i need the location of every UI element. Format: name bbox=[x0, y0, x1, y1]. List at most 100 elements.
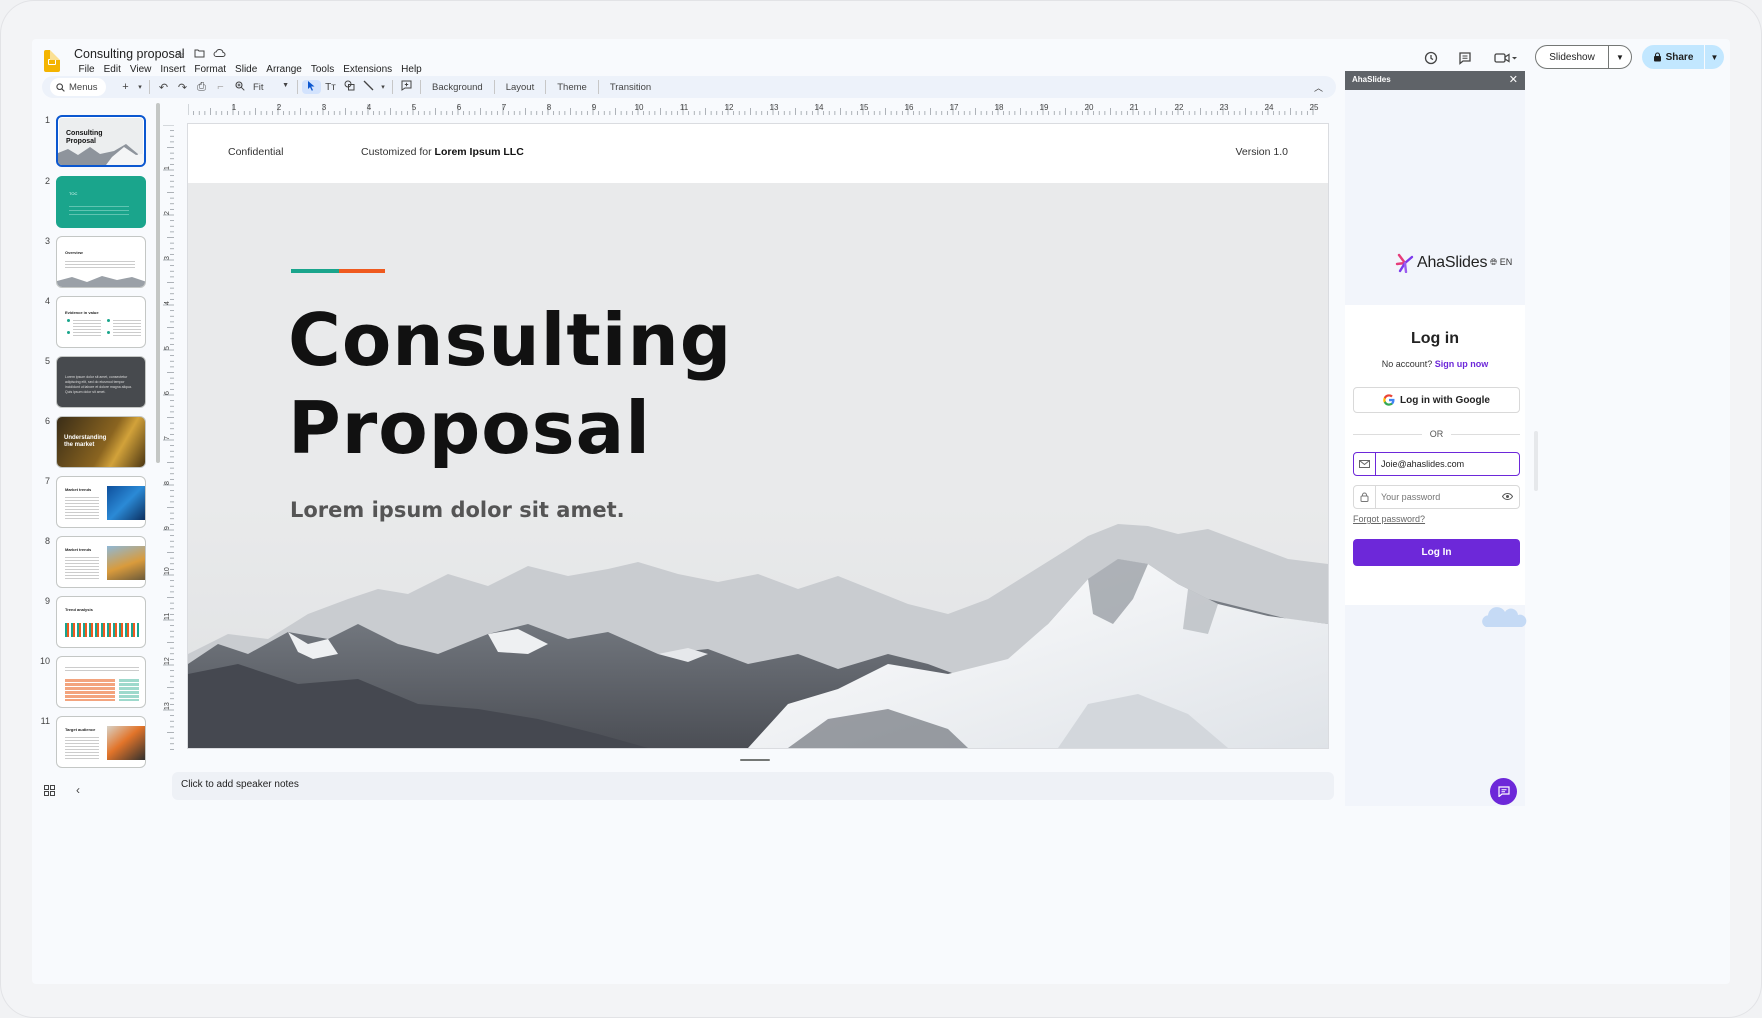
google-login-button[interactable]: Log in with Google bbox=[1353, 387, 1520, 413]
horizontal-ruler: 1 2 3 4 5 6 7 8 9 10 11 12 13 14 15 16 17 18 19 20 21 22 23 24 2… bbox=[188, 103, 1319, 115]
grid-view-icon[interactable] bbox=[44, 785, 55, 799]
menu-tools[interactable]: Tools bbox=[306, 64, 338, 75]
undo-icon[interactable]: ↶ bbox=[154, 81, 173, 94]
chat-support-button[interactable] bbox=[1490, 778, 1517, 805]
thumbnail-preview bbox=[56, 656, 146, 708]
star-icon[interactable]: ☆ bbox=[173, 48, 187, 61]
menus-search[interactable]: Menus bbox=[50, 78, 106, 96]
globe-icon: 🌐︎ bbox=[1490, 257, 1498, 267]
zoom-select[interactable]: Fit ▼ bbox=[249, 82, 293, 93]
select-cursor-icon[interactable] bbox=[302, 80, 321, 94]
menu-file[interactable]: File bbox=[74, 64, 99, 75]
meet-video-icon[interactable] bbox=[1492, 49, 1520, 67]
thumbnail-preview: Overview bbox=[56, 236, 146, 288]
login-button[interactable]: Log In bbox=[1353, 539, 1520, 566]
password-input[interactable] bbox=[1376, 492, 1496, 502]
slideshow-button[interactable]: Slideshow bbox=[1535, 45, 1608, 69]
lock-icon bbox=[1354, 486, 1376, 508]
print-icon[interactable]: ⎙ bbox=[192, 81, 211, 94]
menu-help[interactable]: Help bbox=[397, 64, 427, 75]
email-input[interactable] bbox=[1376, 459, 1496, 469]
menu-insert[interactable]: Insert bbox=[156, 64, 190, 75]
cloud-decoration-icon bbox=[1482, 607, 1527, 627]
slide-thumbnail[interactable]: 8 Market trends bbox=[32, 536, 154, 592]
menu-arrange[interactable]: Arrange bbox=[262, 64, 307, 75]
google-icon bbox=[1383, 394, 1395, 406]
toolbar-divider bbox=[597, 80, 599, 94]
slide-thumbnail[interactable]: 5 Lorem ipsum dolor sit amet, consectetu… bbox=[32, 356, 154, 412]
slideshow-dropdown-icon[interactable]: ▼ bbox=[1608, 45, 1632, 69]
filmstrip: 1 Consulting Proposal 2 TOC 3 Overview 4 bbox=[32, 102, 154, 802]
layout-button[interactable]: Layout bbox=[499, 82, 542, 93]
ruler-label: 19 bbox=[1040, 103, 1049, 112]
slides-logo-icon[interactable] bbox=[44, 50, 60, 72]
collapse-filmstrip-icon[interactable]: ‹ bbox=[76, 783, 80, 797]
mountain-image bbox=[188, 504, 1328, 748]
shape-icon[interactable] bbox=[340, 80, 359, 94]
slide-thumbnail[interactable]: 3 Overview bbox=[32, 236, 154, 292]
language-selector[interactable]: 🌐︎ EN bbox=[1490, 257, 1512, 268]
slide-thumbnail[interactable]: 7 Market trends bbox=[32, 476, 154, 532]
add-comment-icon[interactable] bbox=[397, 80, 416, 94]
customized-prefix: Customized for bbox=[361, 146, 432, 158]
document-title[interactable]: Consulting proposal bbox=[74, 47, 185, 61]
ruler-label: 15 bbox=[860, 103, 869, 112]
version-label[interactable]: Version 1.0 bbox=[1235, 146, 1288, 158]
version-history-icon[interactable] bbox=[1422, 49, 1440, 67]
slide-number: 2 bbox=[44, 176, 50, 186]
new-slide-icon[interactable]: + bbox=[116, 81, 135, 93]
menu-format[interactable]: Format bbox=[190, 64, 231, 75]
notes-resize-handle[interactable] bbox=[740, 759, 770, 761]
slide-number: 3 bbox=[44, 236, 50, 246]
email-field[interactable] bbox=[1353, 452, 1520, 476]
thumbnail-preview: Market trends bbox=[56, 476, 146, 528]
slide-thumbnail[interactable]: 4 Evidence in value bbox=[32, 296, 154, 352]
cloud-status-icon[interactable] bbox=[212, 48, 226, 61]
slide-canvas[interactable]: Confidential Customized for Lorem Ipsum … bbox=[188, 124, 1328, 748]
close-icon[interactable]: ✕ bbox=[1509, 73, 1518, 86]
share-button[interactable]: Share bbox=[1642, 45, 1704, 69]
comments-icon[interactable] bbox=[1456, 49, 1474, 67]
menus-search-label: Menus bbox=[69, 81, 98, 93]
text-box-icon[interactable]: Tт bbox=[321, 82, 340, 93]
sign-up-link[interactable]: Sign up now bbox=[1435, 359, 1489, 369]
customized-for-label[interactable]: Customized for Lorem Ipsum LLC bbox=[361, 146, 524, 158]
redo-icon[interactable]: ↷ bbox=[173, 81, 192, 94]
password-field[interactable] bbox=[1353, 485, 1520, 509]
share-dropdown-icon[interactable]: ▼ bbox=[1705, 45, 1724, 69]
menu-slide[interactable]: Slide bbox=[231, 64, 262, 75]
panel-header: AhaSlides ✕ bbox=[1345, 71, 1525, 90]
move-folder-icon[interactable] bbox=[192, 48, 206, 61]
forgot-password-link[interactable]: Forgot password? bbox=[1353, 514, 1425, 524]
theme-button[interactable]: Theme bbox=[550, 82, 594, 93]
slide-thumbnail[interactable]: 1 Consulting Proposal bbox=[32, 115, 154, 171]
menu-extensions[interactable]: Extensions bbox=[339, 64, 397, 75]
slide-thumbnail[interactable]: 9 Trend analysis bbox=[32, 596, 154, 652]
collapse-toolbar-icon[interactable]: ︿ bbox=[1309, 81, 1328, 94]
show-password-icon[interactable] bbox=[1501, 492, 1514, 502]
ahaslides-logo-icon bbox=[1395, 253, 1414, 273]
background-button[interactable]: Background bbox=[425, 82, 490, 93]
slide-title[interactable]: Consulting Proposal bbox=[288, 296, 732, 472]
ruler-label: 11 bbox=[164, 613, 171, 620]
slide-thumbnail[interactable]: 6 Understanding the market bbox=[32, 416, 154, 472]
line-dropdown-icon[interactable]: ▾ bbox=[378, 83, 388, 91]
speaker-notes[interactable]: Click to add speaker notes bbox=[172, 772, 1334, 800]
zoom-icon[interactable] bbox=[230, 80, 249, 94]
confidential-label[interactable]: Confidential bbox=[228, 146, 283, 158]
ruler-label: 18 bbox=[995, 103, 1004, 112]
ruler-label: 14 bbox=[815, 103, 824, 112]
transition-button[interactable]: Transition bbox=[603, 82, 658, 93]
menu-view[interactable]: View bbox=[125, 64, 156, 75]
paint-format-icon[interactable]: ⌐ bbox=[211, 81, 230, 93]
slide-thumbnail[interactable]: 11 Target audience bbox=[32, 716, 154, 772]
new-slide-dropdown-icon[interactable]: ▾ bbox=[135, 83, 145, 91]
slide-thumbnail[interactable]: 2 TOC bbox=[32, 176, 154, 232]
menu-edit[interactable]: Edit bbox=[99, 64, 125, 75]
slide-subtitle[interactable]: Lorem ipsum dolor sit amet. bbox=[290, 498, 625, 522]
ruler-label: 4 bbox=[164, 301, 171, 305]
slide-thumbnail[interactable]: 10 bbox=[32, 656, 154, 712]
line-icon[interactable] bbox=[359, 80, 378, 94]
panel-resize-edge[interactable] bbox=[1534, 431, 1538, 491]
toolbar-divider bbox=[297, 80, 298, 94]
